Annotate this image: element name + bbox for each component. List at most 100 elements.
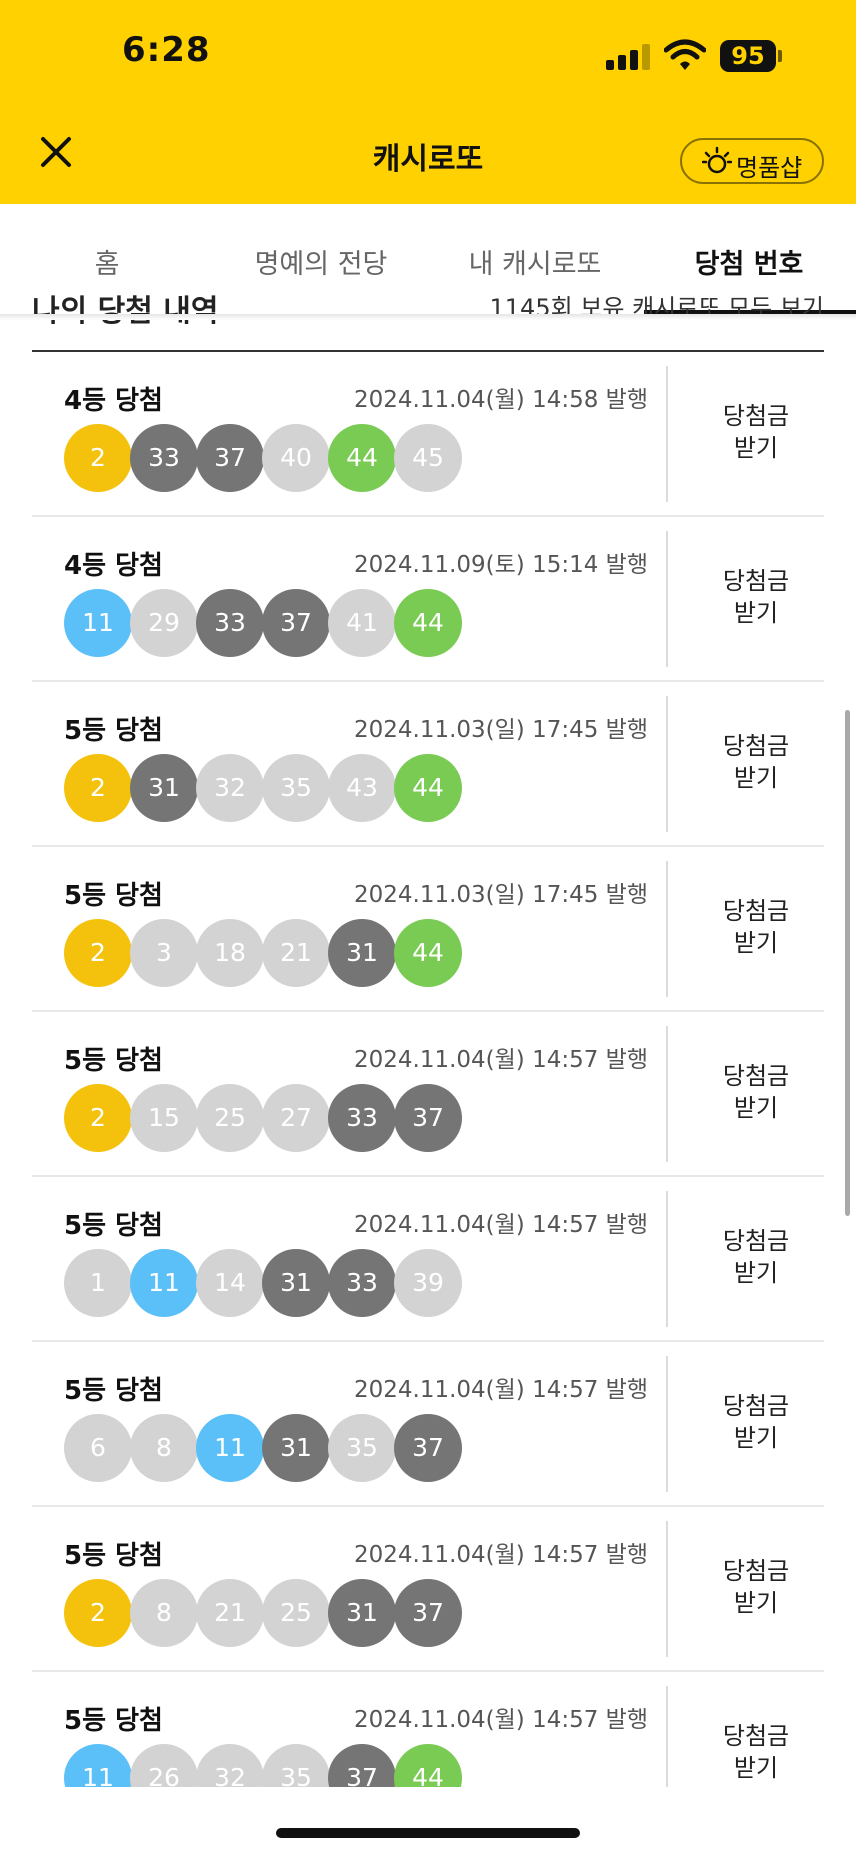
ticket-rank: 5등 당첨: [64, 1376, 163, 1406]
lotto-ball: 33: [328, 1084, 396, 1152]
ticket-issued-time: 2024.11.03(일) 17:45 발행: [353, 882, 648, 908]
claim-prize-label-line2: 받기: [733, 1754, 779, 1782]
lotto-ball: 3: [130, 919, 198, 987]
lotto-ball: 14: [196, 1249, 264, 1317]
section-header: 나의 당첨 내역 1145회 보유 캐시로또 모두 보기: [32, 292, 824, 352]
lotto-ball: 11: [64, 589, 132, 657]
claim-prize-button[interactable]: 당첨금받기: [688, 1720, 824, 1787]
lotto-ball: 35: [262, 754, 330, 822]
lotto-ball: 37: [262, 589, 330, 657]
ticket-issued-time: 2024.11.03(일) 17:45 발행: [353, 717, 648, 743]
lotto-ball: 32: [196, 1744, 264, 1787]
claim-prize-button[interactable]: 당첨금 받기: [688, 400, 824, 470]
luxury-shop-label: 명품샵: [736, 154, 803, 182]
status-bar: 6:28 95: [0, 0, 856, 100]
ticket-issued-time: 2024.11.04(월) 14:58 발행: [353, 387, 648, 413]
section-title: 나의 당첨 내역: [32, 294, 219, 329]
row-vertical-divider: [666, 1356, 668, 1492]
lotto-ball: 37: [196, 424, 264, 492]
lotto-ball: 2: [64, 1579, 132, 1647]
lotto-ball: 33: [328, 1249, 396, 1317]
lotto-ball: 41: [328, 589, 396, 657]
ticket-rank: 4등 당첨: [64, 386, 163, 416]
row-vertical-divider: [666, 1191, 668, 1327]
lotto-ball: 35: [328, 1414, 396, 1482]
ticket-rank: 5등 당첨: [64, 1706, 163, 1736]
claim-prize-label-line1: 당첨금: [722, 1062, 790, 1090]
ticket-issued-time: 2024.11.04(월) 14:57 발행: [353, 1212, 648, 1238]
claim-prize-label-line2: 받기: [733, 1424, 779, 1452]
claim-prize-button[interactable]: 당첨금 받기: [688, 1555, 824, 1625]
lightbulb-icon: [702, 146, 732, 174]
row-vertical-divider: [666, 1521, 668, 1657]
claim-prize-button[interactable]: 당첨금 받기: [688, 1225, 824, 1295]
home-indicator[interactable]: [276, 1828, 580, 1838]
claim-prize-button[interactable]: 당첨금받기: [688, 730, 824, 800]
lotto-ball: 18: [196, 919, 264, 987]
lotto-ball: 1: [64, 1249, 132, 1317]
row-vertical-divider: [666, 366, 668, 502]
lotto-ball: 25: [262, 1579, 330, 1647]
lotto-ball: 44: [394, 1744, 462, 1787]
claim-prize-button[interactable]: 당첨금 받기: [688, 895, 824, 965]
claim-prize-button[interactable]: 당첨금 받기: [688, 1390, 824, 1460]
claim-prize-label-line2: 받기: [733, 764, 779, 792]
lotto-ball: 37: [394, 1414, 462, 1482]
ticket-rank: 5등 당첨: [64, 1046, 163, 1076]
tab-winning-numbers[interactable]: 당첨 번호: [642, 242, 856, 282]
lotto-ball: 26: [130, 1744, 198, 1787]
lotto-ball: 40: [262, 424, 330, 492]
lotto-ball: 44: [394, 589, 462, 657]
lotto-ball: 33: [130, 424, 198, 492]
lotto-ball: 11: [196, 1414, 264, 1482]
ticket-issued-time: 2024.11.04(월) 14:57 발행: [353, 1377, 648, 1403]
claim-prize-button[interactable]: 당첨금 받기: [688, 1060, 824, 1130]
winning-ticket-row: 4등 당첨 2024.11.09(토) 15:14 발행 11 29 33 37 41 44 당…: [32, 517, 824, 682]
luxury-shop-button[interactable]: 명품샵: [680, 138, 824, 184]
tab-bar-shadow: [0, 314, 856, 320]
winning-ticket-row: 5등 당첨 2024.11.04(월) 14:57 발행 2 15 25 27 33 37 당첨…: [32, 1012, 824, 1177]
lotto-ball: 11: [130, 1249, 198, 1317]
lotto-ball: 35: [262, 1744, 330, 1787]
lotto-ball: 2: [64, 1084, 132, 1152]
ticket-issued-time: 2024.11.09(토) 15:14 발행: [353, 552, 648, 578]
claim-prize-label-line2: 받기: [733, 1589, 779, 1617]
lotto-ball: 44: [394, 754, 462, 822]
winning-ticket-row: 4등 당첨 2024.11.04(월) 14:58 발행 2 33 37 40 44 45 당첨…: [32, 352, 824, 517]
row-vertical-divider: [666, 696, 668, 832]
tab-hall-of-fame[interactable]: 명예의 전당: [214, 242, 428, 282]
claim-prize-label-line2: 받기: [733, 599, 779, 627]
lotto-ball: 2: [64, 754, 132, 822]
claim-prize-label-line1: 당첨금: [722, 732, 790, 760]
ticket-rank: 5등 당첨: [64, 1211, 163, 1241]
lotto-ball: 31: [328, 919, 396, 987]
claim-prize-button[interactable]: 당첨금 받기: [688, 565, 824, 635]
lotto-ball: 45: [394, 424, 462, 492]
lotto-ball: 43: [328, 754, 396, 822]
lotto-ball: 37: [328, 1744, 396, 1787]
row-vertical-divider: [666, 1026, 668, 1162]
lotto-ball: 2: [64, 919, 132, 987]
ticket-rank: 5등 당첨: [64, 716, 163, 746]
winning-ticket-row: 5등 당첨 2024.11.04(월) 14:57 발행 11 26 32 35 37 44 당…: [32, 1672, 824, 1787]
claim-prize-label-line1: 당첨금: [722, 402, 790, 430]
lotto-ball: 25: [196, 1084, 264, 1152]
status-time: 6:28: [122, 30, 211, 70]
lotto-ball: 44: [394, 919, 462, 987]
winning-ticket-row: 5등 당첨 2024.11.04(월) 14:57 발행 2 8 21 25 31 37 당첨금…: [32, 1507, 824, 1672]
lotto-ball: 27: [262, 1084, 330, 1152]
claim-prize-label-line2: 받기: [733, 1259, 779, 1287]
scrollbar[interactable]: [845, 710, 850, 1216]
ticket-issued-time: 2024.11.04(월) 14:57 발행: [353, 1542, 648, 1568]
tab-home[interactable]: 홈: [0, 242, 214, 282]
lotto-ball: 31: [130, 754, 198, 822]
claim-prize-label-line1: 당첨금: [722, 1722, 790, 1750]
lotto-ball: 21: [196, 1579, 264, 1647]
ticket-issued-time: 2024.11.04(월) 14:57 발행: [353, 1047, 648, 1073]
tab-my-cashlotto[interactable]: 내 캐시로또: [428, 242, 642, 282]
ticket-issued-time: 2024.11.04(월) 14:57 발행: [353, 1707, 648, 1733]
battery-nub: [778, 50, 782, 62]
lotto-ball: 37: [394, 1084, 462, 1152]
wifi-icon: [664, 39, 706, 70]
winning-ticket-list[interactable]: 4등 당첨 2024.11.04(월) 14:58 발행 2 33 37 40 44 45 당첨…: [32, 352, 824, 1787]
